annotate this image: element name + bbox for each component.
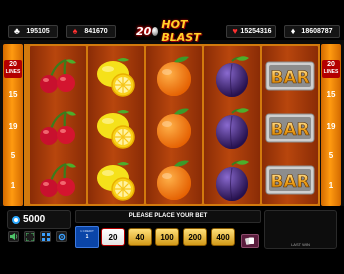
reel-4 (204, 46, 260, 204)
lines-badge-left: 20 LINES (4, 60, 22, 78)
lemon-icon (88, 102, 144, 154)
logo-number: 20 (136, 24, 152, 38)
lines-count: 20 (9, 61, 17, 68)
orange-icon (146, 154, 202, 206)
lines-badge-right: 20 LINES (322, 60, 340, 78)
line-number[interactable]: 19 (321, 122, 341, 131)
line-number[interactable]: 1 (3, 181, 23, 190)
reels-area: BAR BAR BAR (24, 44, 320, 206)
top-bar: ♣ 195105 ♠ 841670 20 HOT BLAST ♥ 1525431… (0, 0, 344, 44)
bottom-panel: 5000 PLEASE PLACE YOUR BET LAST WIN 1 CR… (0, 206, 344, 274)
line-number[interactable]: 5 (3, 151, 23, 160)
reel-3 (146, 46, 202, 204)
logo-ball-icon (152, 26, 159, 36)
bet-button-200[interactable]: 200 (183, 228, 207, 246)
lines-count: 20 (327, 61, 335, 68)
bar-icon: BAR (262, 102, 318, 154)
paytable-button[interactable] (40, 231, 51, 242)
lines-label: LINES (323, 69, 339, 75)
credit-value-display[interactable]: 1 CREDIT 1 (75, 226, 99, 248)
line-panel-right: 20 LINES 15 19 5 1 (321, 44, 341, 206)
lemon-icon (88, 154, 144, 206)
settings-button[interactable] (56, 231, 67, 242)
line-number[interactable]: 5 (321, 151, 341, 160)
bet-button-400[interactable]: 400 (211, 228, 235, 246)
line-panel-left: 20 LINES 15 19 5 1 (3, 44, 23, 206)
reel-2 (88, 46, 144, 204)
line-number[interactable]: 19 (3, 122, 23, 131)
logo-text: HOT BLAST (161, 18, 201, 44)
balance-value: 5000 (23, 214, 46, 225)
jackpot-hearts-value: 15254316 (240, 28, 272, 35)
credit-value: 1 (85, 234, 89, 240)
spade-icon: ♠ (72, 26, 78, 36)
fullscreen-icon (25, 232, 34, 241)
heart-icon: ♥ (232, 26, 238, 36)
diamond-icon: ♦ (290, 26, 296, 36)
jackpot-clubs: ♣ 195105 (8, 25, 58, 38)
credit-label: 1 CREDIT (80, 229, 94, 233)
cherry-icon (30, 154, 86, 206)
jackpot-clubs-value: 195105 (26, 28, 50, 35)
line-number[interactable]: 15 (3, 90, 23, 99)
reel-1 (30, 46, 86, 204)
speaker-icon (9, 233, 17, 240)
jackpot-spades: ♠ 841670 (66, 25, 116, 38)
cherry-icon (30, 50, 86, 102)
jackpot-spades-value: 841670 (84, 28, 108, 35)
message-bar: PLEASE PLACE YOUR BET (75, 210, 261, 223)
plum-icon (204, 154, 260, 206)
cherry-icon (30, 102, 86, 154)
chip-icon (12, 215, 20, 224)
game-logo: 20 HOT BLAST (136, 18, 208, 44)
sound-button[interactable] (8, 231, 19, 242)
svg-text:BAR: BAR (270, 172, 309, 192)
balance-display: 5000 (7, 210, 71, 229)
plum-icon (204, 50, 260, 102)
orange-icon (146, 50, 202, 102)
bar-icon: BAR (262, 50, 318, 102)
svg-text:BAR: BAR (270, 68, 309, 88)
lemon-icon (88, 50, 144, 102)
svg-text:BAR: BAR (270, 120, 309, 140)
lines-label: LINES (5, 69, 21, 75)
gamble-button[interactable] (241, 234, 259, 248)
gear-icon (58, 233, 65, 240)
grid-icon (41, 232, 50, 241)
bet-button-40[interactable]: 40 (128, 228, 152, 246)
jackpot-diamonds-value: 18608787 (301, 28, 333, 35)
last-win-label: LAST WIN (291, 242, 310, 247)
fullscreen-button[interactable] (24, 231, 35, 242)
bet-button-100[interactable]: 100 (155, 228, 179, 246)
cards-icon (245, 237, 254, 245)
reel-5: BAR BAR BAR (262, 46, 318, 204)
game-screen: ♣ 195105 ♠ 841670 20 HOT BLAST ♥ 1525431… (0, 0, 344, 274)
line-number[interactable]: 15 (321, 90, 341, 99)
jackpot-diamonds: ♦ 18608787 (284, 25, 340, 38)
jackpot-hearts: ♥ 15254316 (226, 25, 276, 38)
plum-icon (204, 102, 260, 154)
bet-button-20[interactable]: 20 (101, 228, 125, 246)
line-number[interactable]: 1 (321, 181, 341, 190)
last-win-display: LAST WIN (264, 210, 337, 249)
bar-icon: BAR (262, 154, 318, 206)
club-icon: ♣ (14, 26, 20, 36)
orange-icon (146, 102, 202, 154)
